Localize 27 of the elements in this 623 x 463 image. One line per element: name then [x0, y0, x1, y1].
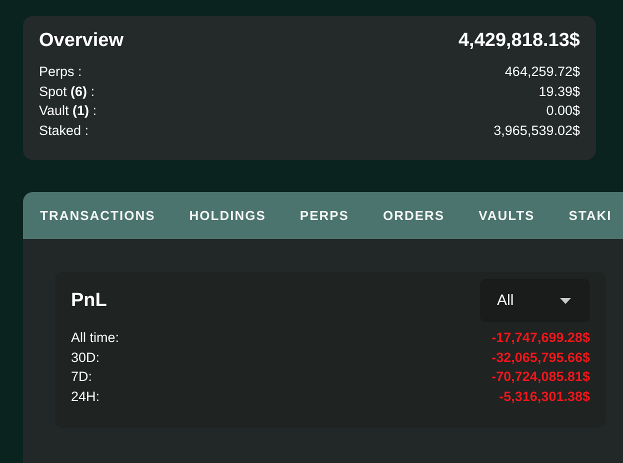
pnl-value: -17,747,699.28$: [492, 329, 590, 347]
balance-value: 19.39$: [538, 82, 580, 100]
period-dropdown[interactable]: All: [480, 279, 590, 322]
tab[interactable]: HOLDINGS: [172, 192, 283, 239]
balance-value: 464,259.72$: [504, 63, 580, 81]
pnl-label: 24H:: [71, 388, 100, 406]
tab[interactable]: TRANSACTIONS: [23, 192, 172, 239]
overview-title: Overview: [39, 30, 124, 52]
overview-total: 4,429,818.13$: [458, 30, 580, 52]
balance-label: Staked :: [39, 122, 89, 140]
pnl-value: -70,724,085.81$: [492, 368, 590, 386]
pnl-value: -5,316,301.38$: [499, 388, 590, 406]
tab[interactable]: ORDERS: [366, 192, 462, 239]
pnl-label: 7D:: [71, 368, 92, 386]
tab[interactable]: VAULTS: [462, 192, 552, 239]
balance-label: Perps :: [39, 63, 82, 81]
balance-label: Spot (6) :: [39, 82, 95, 101]
pnl-label: 30D:: [71, 348, 100, 366]
balance-value: 0.00$: [546, 102, 580, 120]
pnl-title: PnL: [71, 290, 107, 312]
balance-label: Vault (1) :: [39, 102, 97, 120]
tab[interactable]: STAKI: [552, 192, 623, 239]
tab[interactable]: PERPS: [282, 192, 366, 239]
balance-value: 3,965,539.02$: [494, 122, 580, 140]
pnl-value: -32,065,795.66$: [492, 348, 590, 366]
pnl-label: All time:: [71, 329, 120, 347]
caret-icon: [560, 298, 571, 304]
